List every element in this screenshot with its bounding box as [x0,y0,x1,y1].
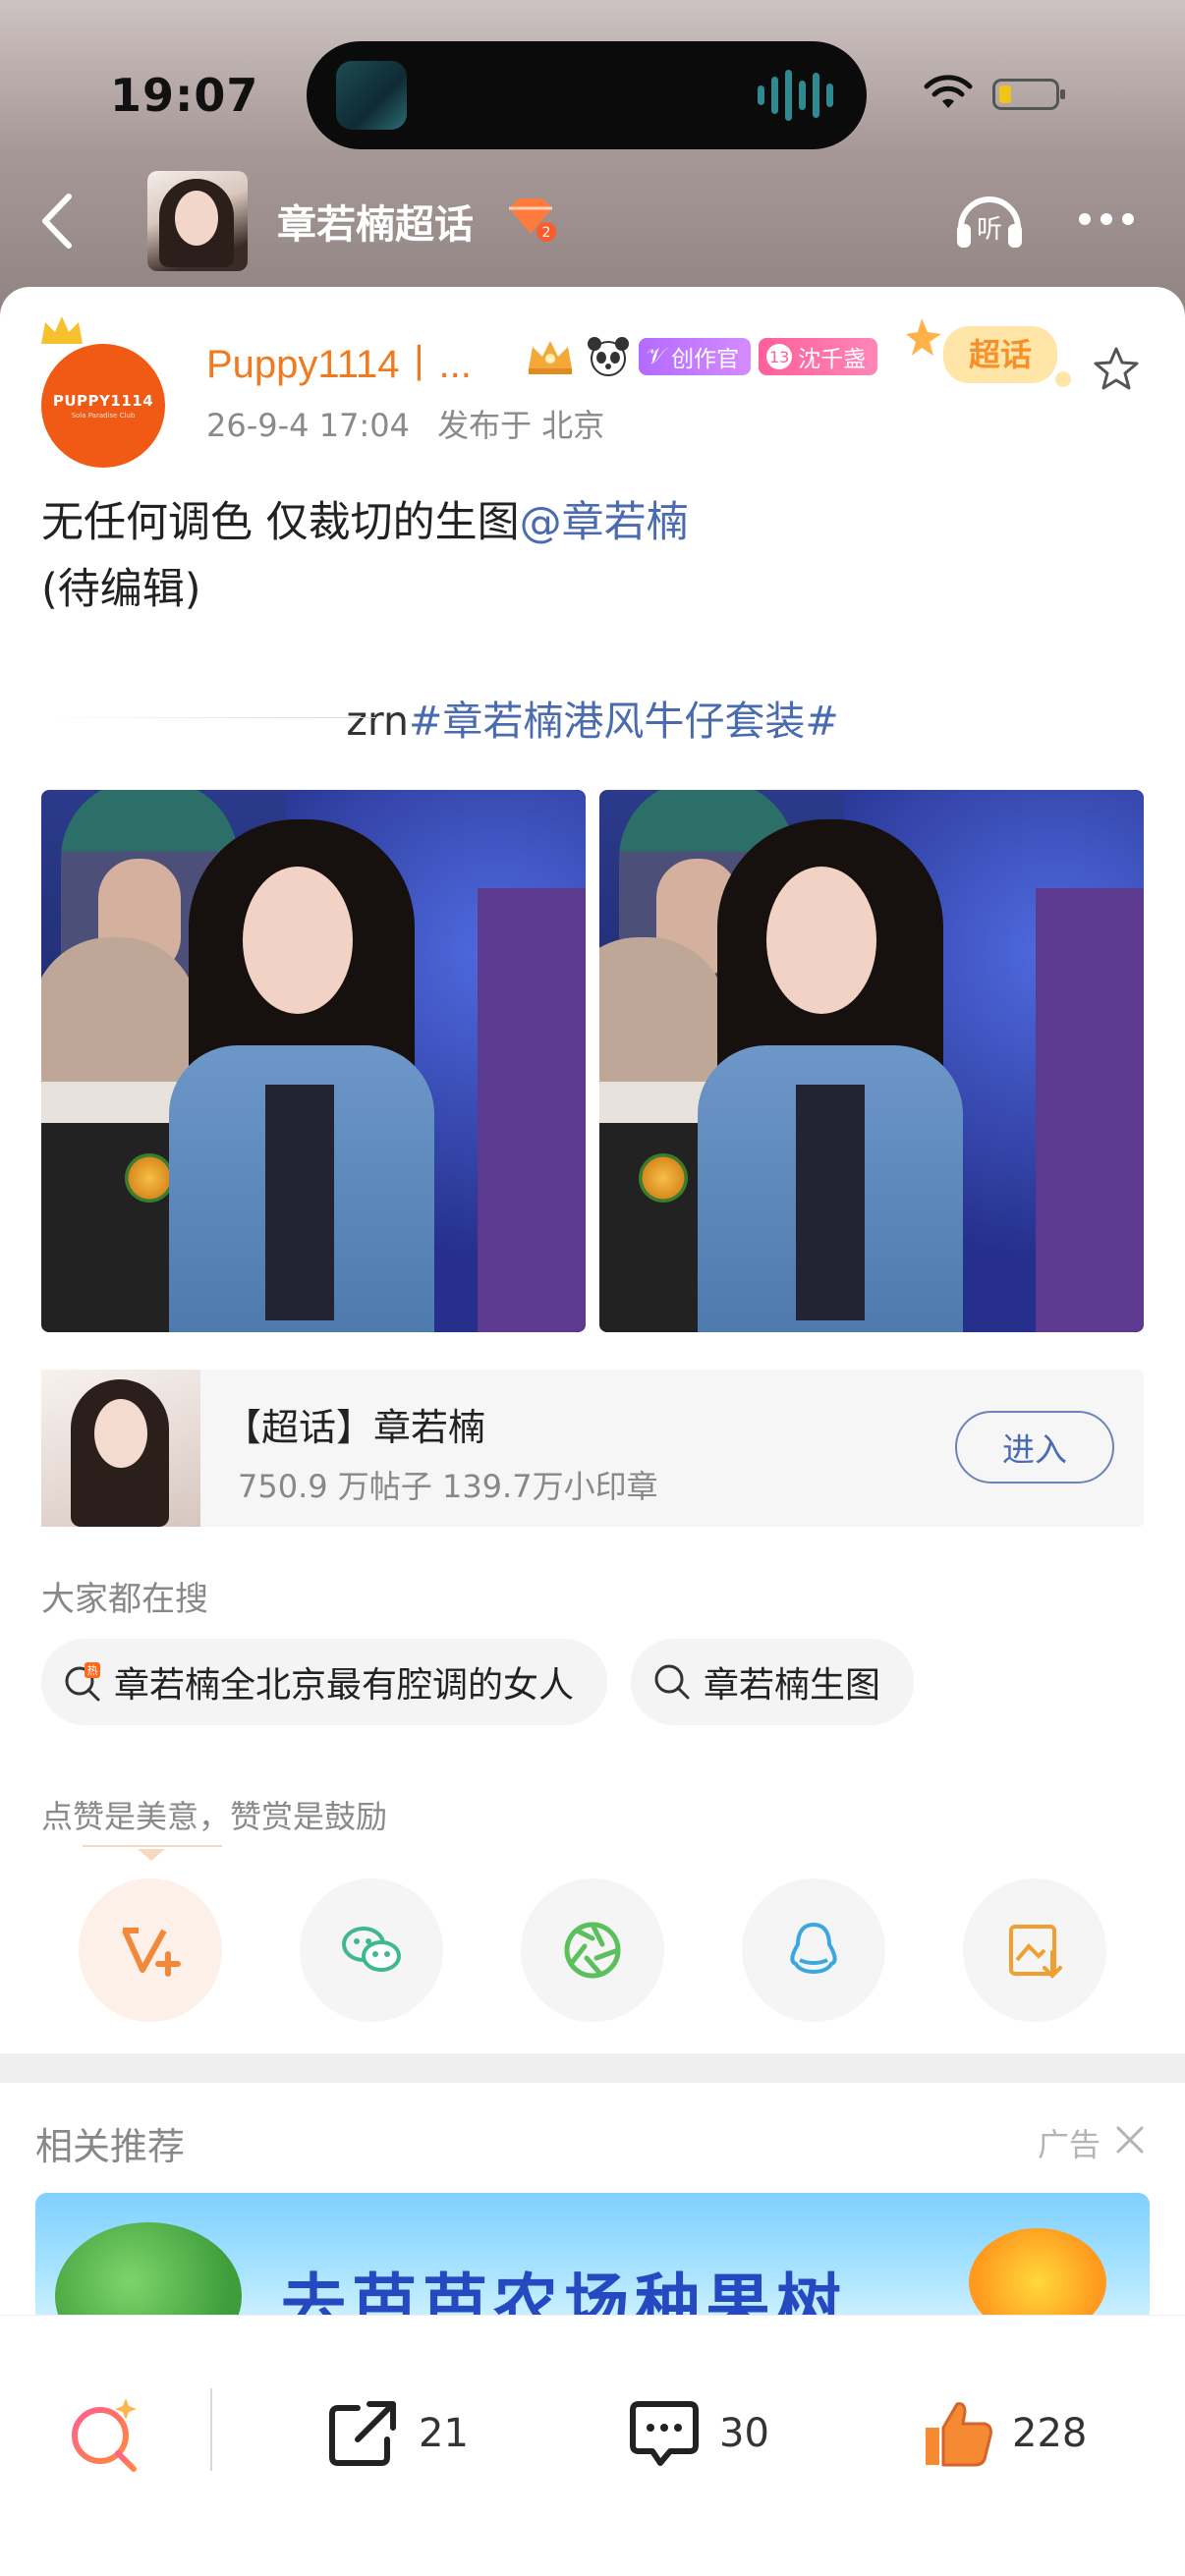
topic-avatar[interactable] [147,171,248,271]
topic-nav-bar: 章若楠超话 2 听 [0,167,1185,275]
moments-aperture-icon [564,1922,621,1979]
share-wechat-button[interactable] [300,1878,443,2022]
post-detail-card: PUPPY1114 Sola Paradise Club Puppy1114丨.… [0,287,1185,2083]
reward-v-plus-icon [122,1928,181,1977]
save-image-icon [1009,1925,1062,1979]
repost-icon [329,2401,396,2466]
post-body-text: 无任何调色 仅裁切的生图@章若楠 (待编辑) [41,498,689,614]
user-badges: 𝒱 创作官 13 沈千盏 [523,332,878,381]
post-header: PUPPY1114 Sola Paradise Club Puppy1114丨.… [39,314,1150,468]
like-count: 228 [1012,2411,1088,2456]
search-icon [654,1664,690,1700]
post-photos [41,790,1144,1332]
fan-level-badge[interactable]: 13 沈千盏 [759,338,878,375]
like-button[interactable]: 228 [918,2394,1087,2473]
comment-icon [630,2401,699,2466]
now-playing-thumbnail [336,61,407,130]
super-topic-title: 【超话】章若楠 [224,1406,486,1449]
creator-badge[interactable]: 𝒱 创作官 [639,338,752,375]
trending-search-chips: 热 章若楠全北京最有腔调的女人 章若楠生图 [41,1639,915,1725]
close-ad-icon[interactable] [1112,2122,1148,2157]
wechat-icon [342,1927,401,1972]
super-topic-thumbnail [41,1370,200,1527]
creator-v-icon: 𝒱 [647,344,666,369]
post-meta: 26-9-4 17:04 发布于 北京 [206,401,622,446]
hashtag-line: zrn#章若楠港风牛仔套装# [41,688,1144,747]
listen-headphones-icon[interactable]: 听 [949,179,1030,259]
ad-label: 广告 [1038,2126,1101,2163]
audio-wave-icon [758,69,833,122]
super-topic-card[interactable]: 【超话】章若楠 750.9 万帖子 139.7万小印章 进入 [41,1370,1144,1527]
svg-text:热: 热 [87,1664,98,1677]
enter-topic-button[interactable]: 进入 [955,1411,1114,1484]
hashtag-link[interactable]: #章若楠港风牛仔套装# [409,698,839,745]
appreciate-underline [83,1845,222,1847]
post-date: 26-9-4 17:04 [206,407,410,444]
post-photo-2[interactable] [599,790,1144,1332]
username[interactable]: Puppy1114丨... [206,332,472,389]
panda-icon[interactable] [586,334,631,379]
comment-button[interactable]: 30 [625,2394,769,2473]
ai-search-icon[interactable] [65,2392,147,2475]
repost-button[interactable]: 21 [324,2394,469,2473]
back-arrow-icon[interactable] [29,187,85,255]
vip-crown-icon[interactable] [523,335,578,378]
bottom-bar-separator [210,2388,212,2471]
favorite-star-icon[interactable] [1091,344,1142,395]
related-title: 相关推荐 [35,2125,186,2168]
share-qq-button[interactable] [742,1878,885,2022]
topic-title[interactable]: 章若楠超话 [277,193,474,250]
hot-search-icon: 热 [65,1662,100,1702]
save-image-button[interactable] [963,1878,1106,2022]
post-photo-1[interactable] [41,790,586,1332]
search-chip-hot[interactable]: 热 章若楠全北京最有腔调的女人 [41,1639,608,1725]
svg-text:超话: 超话 [969,336,1032,373]
reward-button[interactable] [79,1878,222,2022]
status-bar: 19:07 [0,0,1185,187]
ad-banner-text: 去芭芭农场种果树 [281,2267,847,2321]
comment-count: 30 [719,2411,769,2456]
share-actions [79,1878,1106,2022]
status-time: 19:07 [110,69,259,122]
ad-fruit-image [969,2228,1106,2321]
ad-tree-image [55,2222,242,2321]
appreciate-hint: 点赞是美意，赞赏是鼓励 [41,1798,388,1835]
thumbs-up-icon [926,2402,992,2467]
bottom-action-bar: 21 30 228 [0,2315,1185,2576]
svg-text:听: 听 [977,215,1002,245]
trending-search-title: 大家都在搜 [41,1580,208,1619]
repost-count: 21 [419,2411,469,2456]
super-topic-sticker[interactable]: 超话 [904,310,1081,401]
diamond-level-icon: 2 [509,198,556,242]
mention-link[interactable]: @章若楠 [520,498,689,547]
dynamic-island[interactable] [307,41,867,149]
battery-icon [992,79,1065,110]
qq-penguin-icon [790,1922,837,1975]
appreciate-pointer [138,1849,165,1861]
super-topic-stats: 750.9 万帖子 139.7万小印章 [238,1468,658,1505]
related-recommendations: 相关推荐 广告 去芭芭农场种果树 [0,2083,1185,2321]
ad-banner[interactable]: 去芭芭农场种果树 [35,2193,1150,2321]
more-options-icon[interactable] [1079,210,1144,230]
search-chip[interactable]: 章若楠生图 [631,1639,915,1725]
user-avatar[interactable]: PUPPY1114 Sola Paradise Club [41,344,165,468]
svg-text:2: 2 [542,225,551,241]
share-moments-button[interactable] [521,1878,664,2022]
section-divider [0,2053,1185,2083]
wifi-icon [924,75,973,108]
crown-icon [41,316,83,344]
post-location: 发布于 北京 [437,407,605,444]
